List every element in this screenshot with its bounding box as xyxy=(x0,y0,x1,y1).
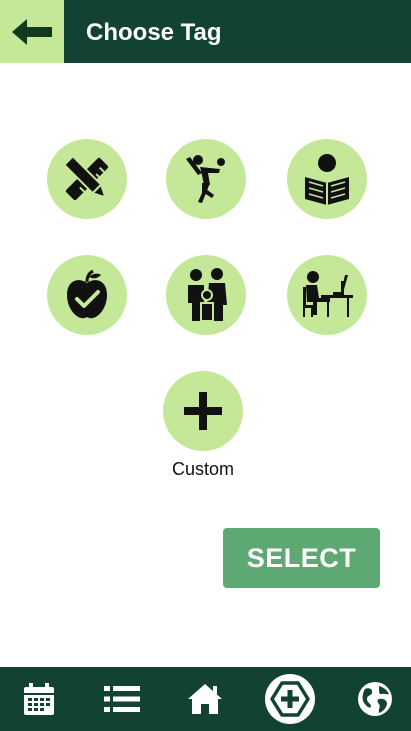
nav-add[interactable] xyxy=(258,667,322,731)
tag-sport[interactable] xyxy=(166,139,246,219)
tag-work[interactable] xyxy=(287,255,367,335)
nav-home[interactable] xyxy=(173,667,237,731)
nav-globe[interactable] xyxy=(343,667,407,731)
list-icon xyxy=(104,686,140,712)
person-reading-icon xyxy=(305,154,349,205)
tag-family[interactable] xyxy=(166,255,246,335)
family-icon xyxy=(188,268,227,322)
volleyball-player-icon xyxy=(186,155,225,203)
apple-check-icon xyxy=(67,269,107,319)
select-button[interactable]: SELECT xyxy=(223,528,380,588)
custom-tag-label: Custom xyxy=(171,459,234,479)
add-circle-icon xyxy=(270,681,310,717)
globe-icon xyxy=(358,682,392,716)
tag-study[interactable] xyxy=(47,139,127,219)
nav-list[interactable] xyxy=(90,667,154,731)
top-bar: Choose Tag xyxy=(0,0,411,63)
tag-reading[interactable] xyxy=(287,139,367,219)
back-button[interactable] xyxy=(0,0,64,63)
plus-icon xyxy=(184,392,222,430)
bottom-nav xyxy=(0,667,411,731)
arrow-left-icon xyxy=(12,18,52,45)
pencil-ruler-icon xyxy=(62,154,109,201)
nav-calendar[interactable] xyxy=(7,667,71,731)
home-icon xyxy=(188,684,222,714)
tag-custom[interactable] xyxy=(163,371,243,451)
nav-add-active-circle xyxy=(265,674,315,724)
page-title: Choose Tag xyxy=(86,19,222,46)
calendar-icon xyxy=(24,683,54,715)
tag-health[interactable] xyxy=(47,255,127,335)
desk-worker-icon xyxy=(303,271,353,317)
